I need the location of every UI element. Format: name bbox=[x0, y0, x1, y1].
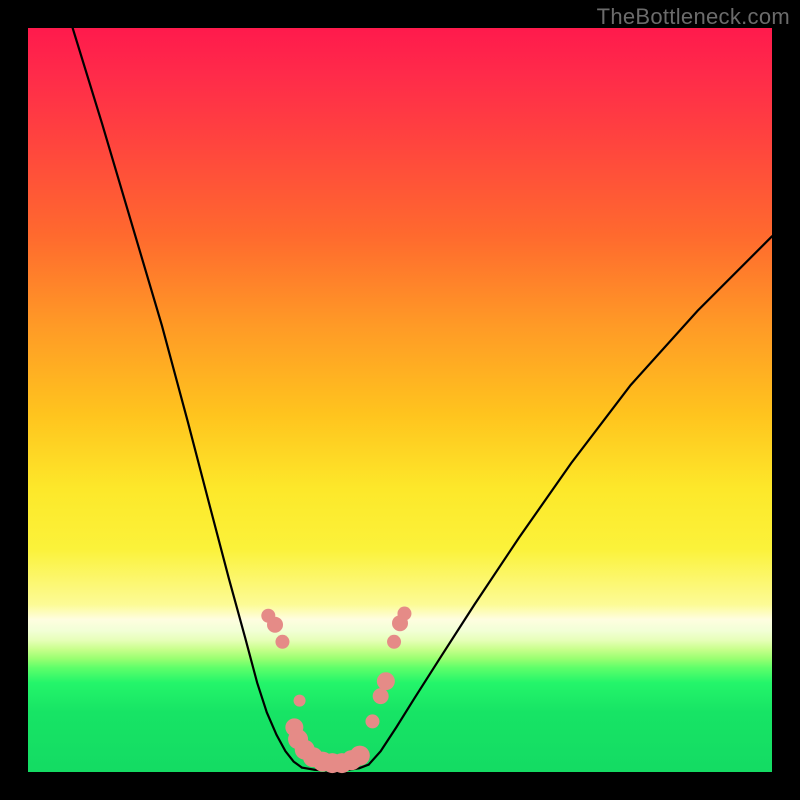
data-marker bbox=[373, 688, 389, 704]
curve-right-curve bbox=[369, 236, 772, 764]
watermark-text: TheBottleneck.com bbox=[597, 4, 790, 30]
data-marker bbox=[267, 617, 283, 633]
curve-group bbox=[73, 28, 772, 771]
chart-frame: TheBottleneck.com bbox=[0, 0, 800, 800]
curves-svg bbox=[28, 28, 772, 772]
data-marker bbox=[397, 607, 411, 621]
data-marker bbox=[350, 746, 370, 766]
data-marker bbox=[275, 635, 289, 649]
data-marker bbox=[387, 635, 401, 649]
plot-area bbox=[28, 28, 772, 772]
data-marker bbox=[294, 695, 306, 707]
curve-left-curve bbox=[73, 28, 302, 768]
data-marker bbox=[365, 714, 379, 728]
data-marker bbox=[377, 672, 395, 690]
